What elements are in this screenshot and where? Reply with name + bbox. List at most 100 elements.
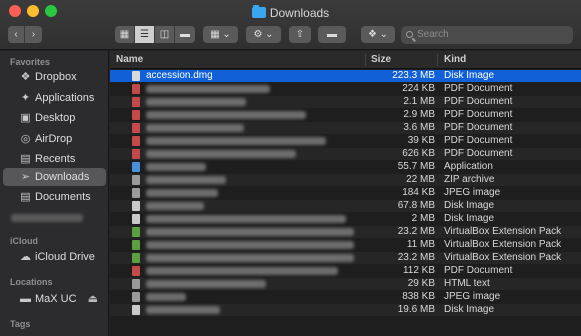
table-row[interactable]: 112 KB PDF Document — [110, 265, 581, 277]
sidebar-item-documents[interactable]: ▤ Documents — [3, 188, 106, 206]
tags-header: Tags — [10, 319, 31, 329]
file-kind: HTML text — [444, 278, 490, 289]
sidebar-item-downloads[interactable]: ➢ Downloads — [3, 168, 106, 186]
file-kind: VirtualBox Extension Pack — [444, 252, 562, 263]
documents-icon: ▤ — [20, 191, 31, 203]
column-header-kind[interactable]: Kind — [444, 54, 466, 65]
file-name-redacted — [146, 163, 206, 171]
file-name-redacted — [146, 293, 186, 301]
table-row[interactable]: 23.2 MB VirtualBox Extension Pack — [110, 252, 581, 264]
sidebar-item-redacted[interactable] — [11, 214, 83, 222]
file-kind: JPEG image — [444, 187, 501, 198]
sidebar-item-dropbox[interactable]: ❖ Dropbox — [3, 68, 106, 86]
icon-view-button[interactable]: ▦ — [115, 26, 135, 43]
file-size: 55.7 MB — [397, 161, 435, 172]
tag-button[interactable]: ▬ — [318, 26, 346, 43]
sidebar-item-airdrop[interactable]: ◎ AirDrop — [3, 130, 106, 148]
table-row[interactable]: 2.1 MB PDF Document — [110, 96, 581, 108]
column-header-name[interactable]: Name — [116, 54, 143, 65]
table-row[interactable]: 22 MB ZIP archive — [110, 174, 581, 186]
table-row[interactable]: 19.6 MB Disk Image — [110, 304, 581, 316]
finder-window: Downloads ‹ › ▦ ☰ ◫ ▬ ▦ ⌄ ⚙ ⌄ ⇧ ▬ ❖ ⌄ Se… — [0, 0, 581, 336]
group-button[interactable]: ▦ ⌄ — [203, 26, 238, 43]
gallery-view-button[interactable]: ▬ — [175, 26, 195, 43]
disk-image-icon — [132, 201, 140, 211]
toolbar: Downloads ‹ › ▦ ☰ ◫ ▬ ▦ ⌄ ⚙ ⌄ ⇧ ▬ ❖ ⌄ Se… — [0, 0, 581, 50]
pdf-file-icon — [132, 123, 140, 133]
table-row[interactable]: 3.6 MB PDF Document — [110, 122, 581, 134]
file-name-redacted — [146, 189, 218, 197]
list-view-button[interactable]: ☰ — [135, 26, 155, 43]
forward-button[interactable]: › — [25, 26, 42, 43]
sidebar-item-desktop[interactable]: ▣ Desktop — [3, 109, 106, 127]
file-size: 184 KB — [402, 187, 435, 198]
file-kind: Disk Image — [444, 213, 495, 224]
action-gear-button[interactable]: ⚙ ⌄ — [246, 26, 281, 43]
window-title: Downloads — [0, 5, 581, 20]
table-row[interactable]: 838 KB JPEG image — [110, 291, 581, 303]
sidebar-item-recents[interactable]: ▤ Recents — [3, 150, 106, 168]
file-name-redacted — [146, 85, 270, 93]
table-row[interactable]: 67.8 MB Disk Image — [110, 200, 581, 212]
file-kind: Application — [444, 161, 493, 172]
table-row[interactable]: accession.dmg 223.3 MB Disk Image — [110, 70, 581, 82]
table-row[interactable]: 39 KB PDF Document — [110, 135, 581, 147]
disk-image-icon — [132, 71, 140, 81]
disk-image-icon — [132, 214, 140, 224]
file-kind: VirtualBox Extension Pack — [444, 226, 562, 237]
icloud-header: iCloud — [10, 236, 38, 246]
table-row[interactable]: 55.7 MB Application — [110, 161, 581, 173]
back-button[interactable]: ‹ — [8, 26, 25, 43]
sidebar-item-icloud-drive[interactable]: ☁ iCloud Drive — [3, 248, 106, 266]
file-size: 23.2 MB — [397, 226, 435, 237]
file-kind: VirtualBox Extension Pack — [444, 239, 562, 250]
file-name-redacted — [146, 202, 204, 210]
table-row[interactable]: 224 KB PDF Document — [110, 83, 581, 95]
dropbox-icon: ❖ — [20, 71, 31, 83]
file-kind: Disk Image — [444, 304, 495, 315]
pdf-file-icon — [132, 84, 140, 94]
pdf-file-icon — [132, 266, 140, 276]
table-row[interactable]: 626 KB PDF Document — [110, 148, 581, 160]
file-name-redacted — [146, 254, 354, 262]
html-file-icon — [132, 279, 140, 289]
column-header-size[interactable]: Size — [371, 54, 391, 65]
file-name-redacted — [146, 137, 326, 145]
file-name-redacted — [146, 98, 246, 106]
sidebar-item-applications[interactable]: ✦ Applications — [3, 89, 106, 107]
downloads-icon: ➢ — [20, 171, 31, 183]
file-size: 29 KB — [407, 278, 435, 289]
search-field[interactable]: Search — [401, 26, 573, 44]
dropbox-toolbar-button[interactable]: ❖ ⌄ — [361, 26, 395, 43]
pdf-file-icon — [132, 97, 140, 107]
file-size: 2 MB — [411, 213, 435, 224]
sidebar-item-max-uc[interactable]: ▬ MaX UC ⏏ — [3, 290, 106, 308]
folder-icon — [251, 5, 266, 18]
column-header-row: Name Size Kind — [110, 51, 581, 69]
table-row[interactable]: 2.9 MB PDF Document — [110, 109, 581, 121]
pdf-file-icon — [132, 136, 140, 146]
column-divider[interactable] — [437, 54, 438, 66]
column-view-button[interactable]: ◫ — [155, 26, 175, 43]
table-row[interactable]: 2 MB Disk Image — [110, 213, 581, 225]
jpeg-image-icon — [132, 188, 140, 198]
search-icon — [406, 31, 413, 38]
nav-buttons: ‹ › — [8, 26, 42, 43]
file-kind: PDF Document — [444, 96, 513, 107]
table-row[interactable]: 184 KB JPEG image — [110, 187, 581, 199]
desktop-icon: ▣ — [20, 112, 31, 124]
table-row[interactable]: 29 KB HTML text — [110, 278, 581, 290]
eject-icon[interactable]: ⏏ — [88, 290, 98, 308]
column-divider[interactable] — [365, 54, 366, 66]
table-row[interactable]: 23.2 MB VirtualBox Extension Pack — [110, 226, 581, 238]
disk-image-icon — [132, 305, 140, 315]
virtualbox-pack-icon — [132, 253, 140, 263]
file-size: 112 KB — [402, 265, 435, 276]
file-name-redacted — [146, 150, 296, 158]
share-button[interactable]: ⇧ — [289, 26, 311, 43]
file-size: 11 MB — [406, 239, 435, 250]
table-row[interactable]: 11 MB VirtualBox Extension Pack — [110, 239, 581, 251]
airdrop-icon: ◎ — [20, 133, 31, 145]
file-kind: JPEG image — [444, 291, 501, 302]
file-size: 67.8 MB — [397, 200, 435, 211]
